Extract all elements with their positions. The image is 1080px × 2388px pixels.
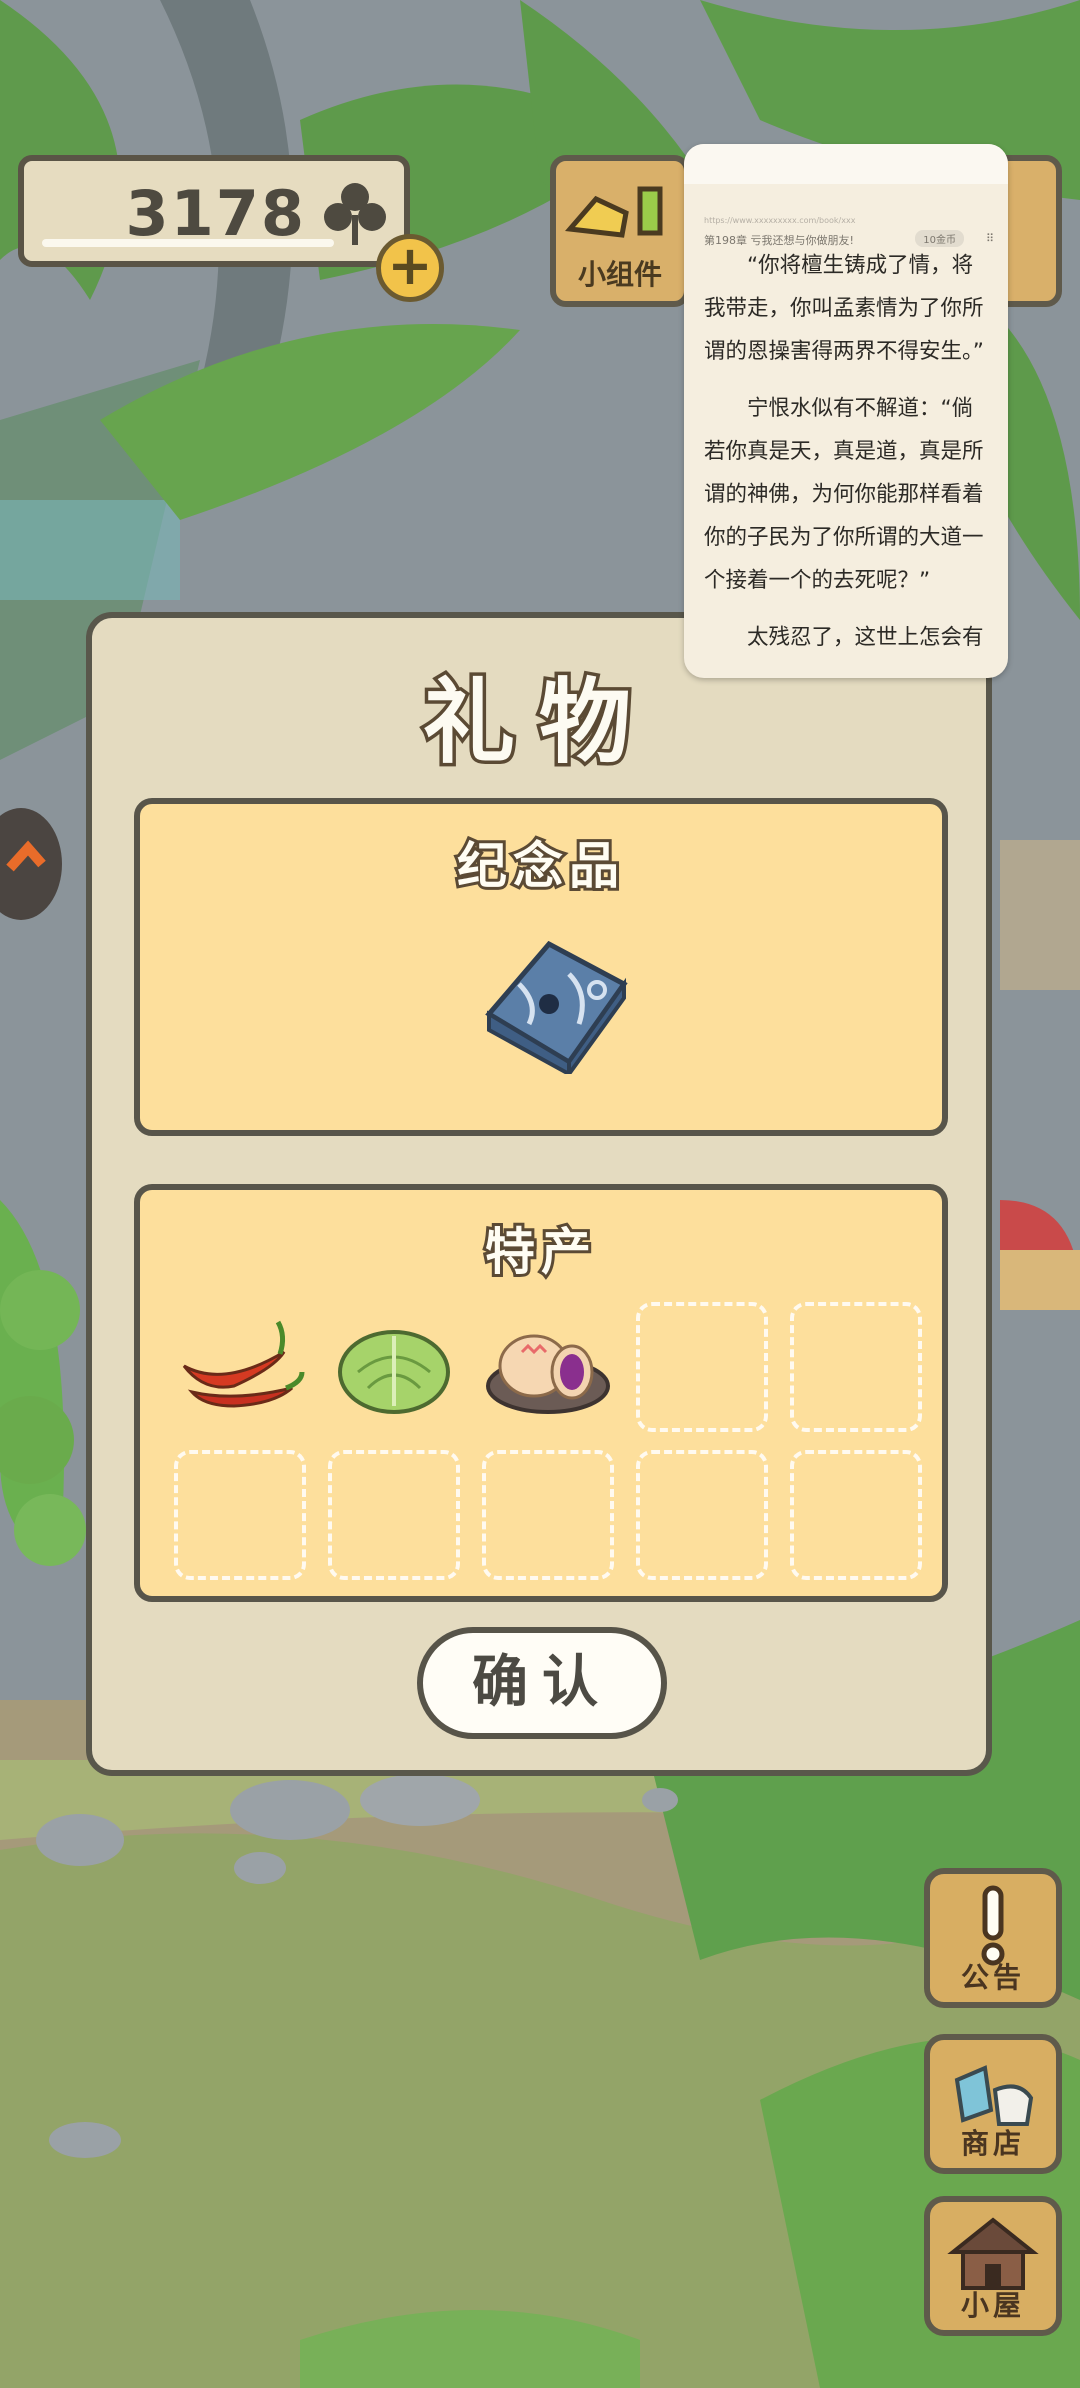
clover-bar	[42, 239, 334, 247]
specialty-slot[interactable]	[328, 1302, 460, 1432]
empty-slot[interactable]	[790, 1302, 922, 1432]
notice-button[interactable]: 公告	[924, 1868, 1062, 2008]
shop-button[interactable]: 商店	[924, 2034, 1062, 2174]
reader-paragraph: 太残忍了，这世上怎会有	[747, 625, 984, 650]
empty-slot[interactable]	[636, 1302, 768, 1432]
empty-slot[interactable]	[636, 1450, 768, 1580]
house-label: 小屋	[960, 2289, 1025, 2322]
reader-topbar	[684, 144, 1008, 184]
specialty-title: 特产	[482, 1220, 597, 1284]
add-clover-button[interactable]: +	[376, 234, 444, 302]
empty-slot[interactable]	[174, 1450, 306, 1580]
reader-paragraph: “你将檀生铸成了情，将我带走，你叫孟素情为了你所谓的恩操害得两界不得安生。”	[704, 253, 984, 364]
specialty-slot[interactable]	[482, 1302, 614, 1432]
widget-label: 小组件	[577, 258, 662, 291]
specialty-slot[interactable]	[174, 1302, 306, 1432]
house-button[interactable]: 小屋	[924, 2196, 1062, 2336]
cabbage-icon	[338, 1330, 450, 1414]
confirm-button[interactable]: 确认	[417, 1627, 667, 1739]
souvenir-title: 纪念品	[454, 834, 625, 898]
reader-text: “你将檀生铸成了情，将我带走，你叫孟素情为了你所谓的恩操害得两界不得安生。” 宁…	[704, 244, 994, 673]
mooncake-icon	[486, 1334, 610, 1414]
chili-pepper-icon	[182, 1320, 305, 1408]
widget-button[interactable]: 小组件	[550, 155, 690, 307]
empty-slot[interactable]	[790, 1450, 922, 1580]
folded-cloth-icon[interactable]	[479, 934, 629, 1074]
notice-label: 公告	[960, 1961, 1025, 1994]
left-nav-button[interactable]	[0, 808, 62, 920]
reader-paragraph: 宁恨水似有不解道：“倘若你真是天，真是道，真是所谓的神佛，为何你能那样看着你的子…	[704, 396, 984, 593]
gift-dialog: 礼物 纪念品 特产 确认	[86, 612, 992, 1776]
clover-counter: 3178	[18, 155, 410, 267]
souvenir-panel: 纪念品	[134, 798, 948, 1136]
widget-icon	[565, 186, 663, 238]
arrow-icon	[6, 840, 46, 872]
specialty-panel: 特产	[134, 1184, 948, 1602]
reader-overlay[interactable]: https://www.xxxxxxxxx.com/book/xxx 第198章…	[684, 144, 1008, 678]
empty-slot[interactable]	[328, 1450, 460, 1580]
reader-url: https://www.xxxxxxxxx.com/book/xxx	[704, 216, 856, 225]
shop-label: 商店	[960, 2127, 1025, 2160]
empty-slot[interactable]	[482, 1450, 614, 1580]
